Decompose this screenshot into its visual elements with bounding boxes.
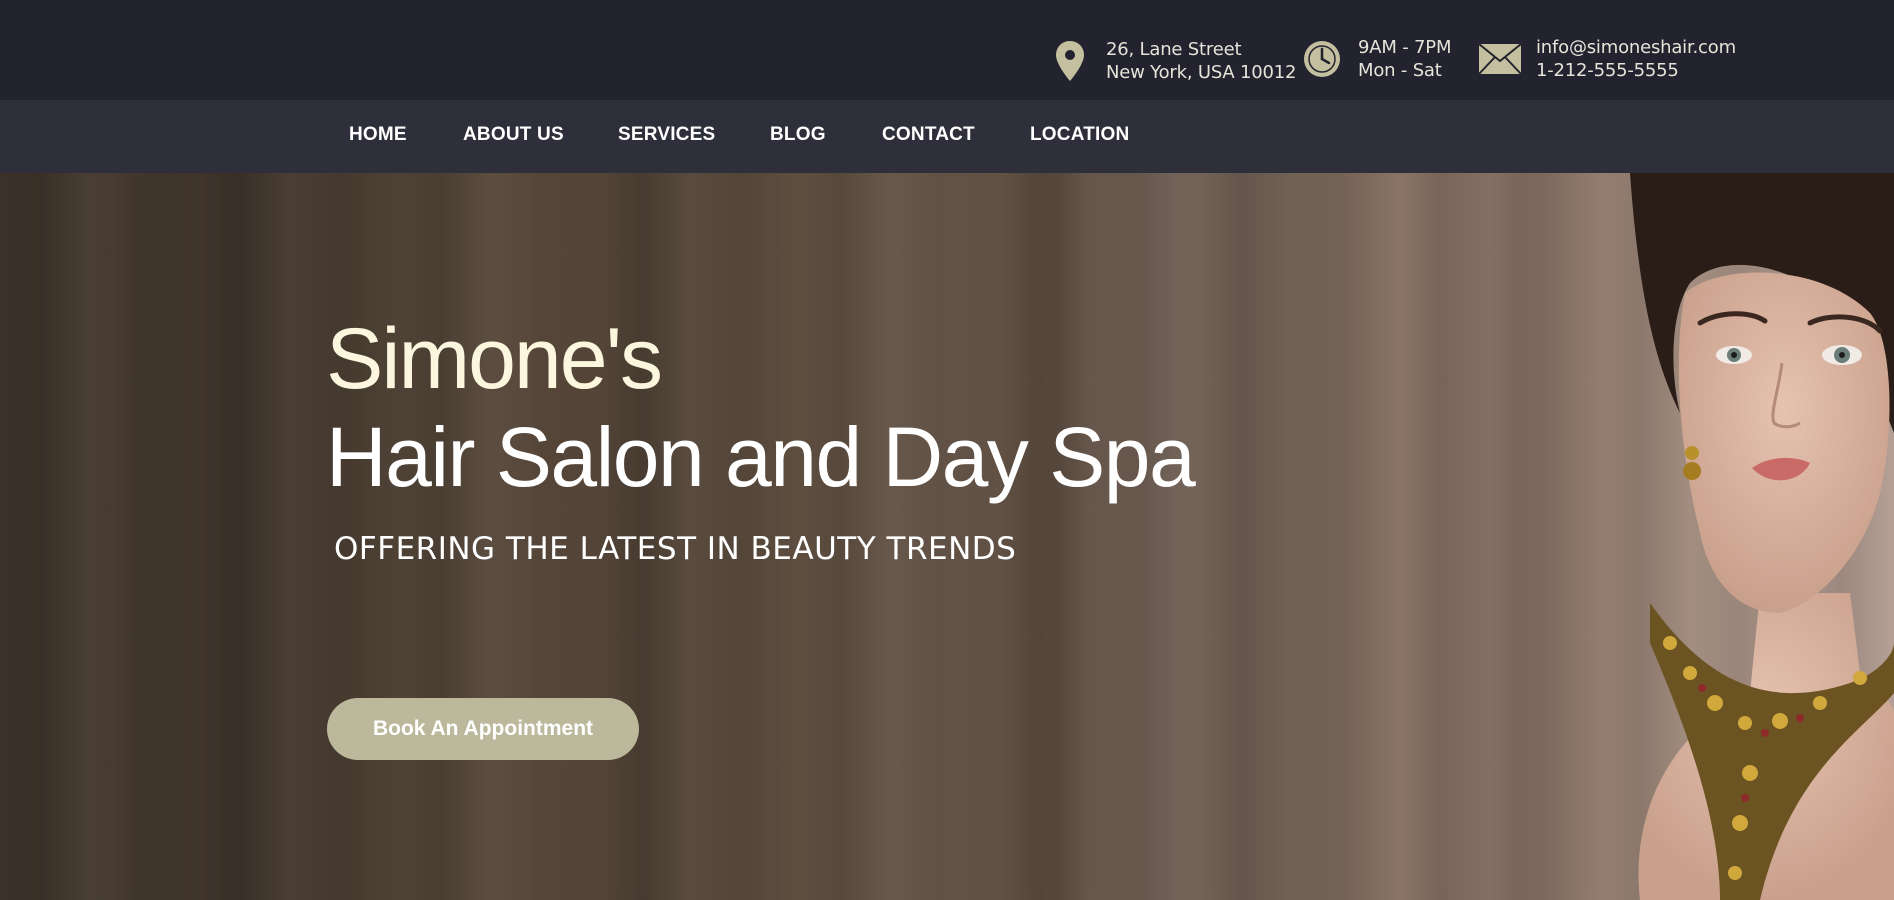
top-contact-bar: 26, Lane Street New York, USA 10012 9AM … (0, 0, 1894, 100)
main-nav: HOME ABOUT US SERVICES BLOG CONTACT LOCA… (0, 100, 1894, 173)
nav-contact[interactable]: CONTACT (882, 124, 975, 146)
phone-number[interactable]: 1-212-555-5555 (1536, 59, 1736, 82)
hero-tagline: OFFERING THE LATEST IN BEAUTY TRENDS (334, 531, 1017, 567)
model-portrait-image (1630, 173, 1894, 900)
hours-line1: 9AM - 7PM (1358, 37, 1452, 58)
address-info: 26, Lane Street New York, USA 10012 (1048, 38, 1297, 84)
hours-info: 9AM - 7PM Mon - Sat (1300, 36, 1451, 82)
email-link[interactable]: info@simoneshair.com (1536, 36, 1736, 59)
hero-section: Simone's Hair Salon and Day Spa OFFERING… (0, 173, 1894, 900)
nav-home[interactable]: HOME (349, 124, 407, 146)
address-line1: 26, Lane Street (1106, 39, 1242, 60)
envelope-icon (1478, 37, 1522, 81)
nav-blog[interactable]: BLOG (770, 124, 826, 146)
location-pin-icon (1048, 39, 1092, 83)
hero-subtitle: Hair Salon and Day Spa (326, 410, 1196, 504)
book-appointment-button[interactable]: Book An Appointment (327, 698, 639, 760)
hours-line2: Mon - Sat (1358, 60, 1442, 81)
nav-about-us[interactable]: ABOUT US (463, 124, 564, 146)
hero-title: Simone's (326, 311, 663, 407)
clock-icon (1300, 37, 1344, 81)
nav-location[interactable]: LOCATION (1030, 124, 1129, 146)
email-info: info@simoneshair.com 1-212-555-5555 (1478, 36, 1736, 82)
nav-services[interactable]: SERVICES (618, 124, 715, 146)
address-line2: New York, USA 10012 (1106, 62, 1297, 83)
